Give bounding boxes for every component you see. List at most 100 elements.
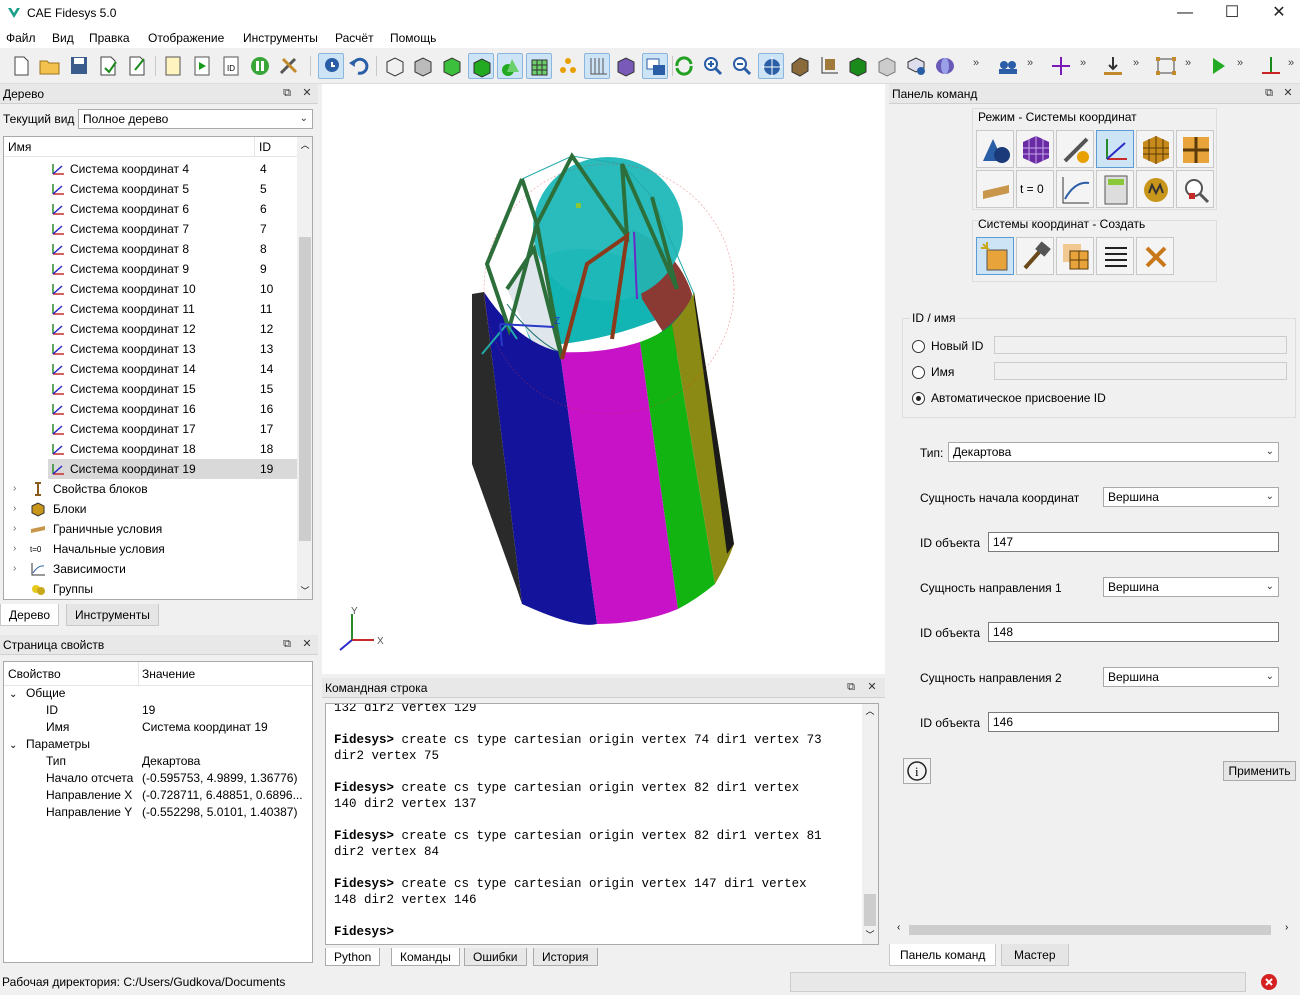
tree-group[interactable]: › Блоки bbox=[4, 499, 299, 519]
coord-systems-icon[interactable] bbox=[1096, 130, 1134, 168]
tab-tools[interactable]: Инструменты bbox=[66, 604, 159, 626]
cylinder-model[interactable] bbox=[322, 84, 885, 674]
geometry-icon[interactable] bbox=[976, 130, 1014, 168]
scroll-thumb[interactable] bbox=[909, 925, 1271, 935]
download-icon[interactable] bbox=[1100, 53, 1126, 79]
auto-id-radio[interactable] bbox=[912, 392, 925, 405]
tools-icon[interactable] bbox=[276, 53, 302, 79]
tab-command-panel[interactable]: Панель команд bbox=[889, 944, 997, 966]
menu-edit[interactable]: Правка bbox=[89, 31, 130, 45]
tree-item[interactable]: Система координат 10 10 bbox=[4, 279, 299, 299]
view-shapes-icon[interactable] bbox=[497, 53, 523, 79]
tree-item[interactable]: Система координат 17 17 bbox=[4, 419, 299, 439]
users-icon[interactable] bbox=[995, 53, 1021, 79]
blocks-icon[interactable] bbox=[1136, 130, 1174, 168]
name-radio[interactable] bbox=[912, 366, 925, 379]
copy-cs-icon[interactable] bbox=[1056, 237, 1094, 275]
initial-icon[interactable]: t = 0 bbox=[1016, 170, 1054, 208]
section-icon[interactable] bbox=[787, 53, 813, 79]
maximize-button[interactable]: ☐ bbox=[1209, 0, 1255, 28]
analysis-icon[interactable] bbox=[1136, 170, 1174, 208]
info-button[interactable]: i bbox=[903, 758, 931, 784]
crosshair-icon[interactable] bbox=[1048, 53, 1074, 79]
zoom-out-icon[interactable] bbox=[729, 53, 755, 79]
tree-item[interactable]: Система координат 5 5 bbox=[4, 179, 299, 199]
new-id-field[interactable] bbox=[994, 336, 1287, 354]
collapse-icon[interactable]: ⌄ bbox=[9, 737, 17, 754]
collapse-icon[interactable]: ⌄ bbox=[9, 686, 17, 703]
menu-file[interactable]: Файл bbox=[6, 31, 36, 45]
view-sphere-icon[interactable] bbox=[932, 53, 958, 79]
scroll-left-icon[interactable]: ‹ bbox=[897, 922, 900, 933]
type-select[interactable]: Декартова ⌄ bbox=[948, 442, 1279, 462]
close-icon[interactable]: ✕ bbox=[865, 680, 879, 694]
new-file-icon[interactable] bbox=[8, 53, 34, 79]
apply-button[interactable]: Применить bbox=[1223, 761, 1296, 781]
3d-viewport[interactable]: Y X Z bbox=[322, 84, 885, 674]
view-smooth-icon[interactable] bbox=[468, 53, 494, 79]
ruler-icon[interactable] bbox=[816, 53, 842, 79]
view-transparent-icon[interactable] bbox=[874, 53, 900, 79]
panel-hscrollbar[interactable]: ‹ › bbox=[895, 922, 1295, 938]
import-icon[interactable] bbox=[124, 53, 150, 79]
script-icon[interactable] bbox=[160, 53, 186, 79]
object-id-input-1[interactable]: 147 bbox=[988, 532, 1279, 552]
tree-item[interactable]: Система координат 13 13 bbox=[4, 339, 299, 359]
expand-icon[interactable]: › bbox=[13, 479, 16, 499]
tree-item[interactable]: Система координат 6 6 bbox=[4, 199, 299, 219]
tab-errors[interactable]: Ошибки bbox=[464, 948, 527, 966]
tree-item[interactable]: Система координат 8 8 bbox=[4, 239, 299, 259]
cmd-scrollbar[interactable]: ︿ ﹀ bbox=[862, 704, 878, 944]
tab-tree[interactable]: Дерево bbox=[0, 604, 60, 626]
scroll-down-icon[interactable]: ﹀ bbox=[297, 583, 312, 599]
tree-group[interactable]: › Свойства блоков bbox=[4, 479, 299, 499]
view-hidden-icon[interactable] bbox=[410, 53, 436, 79]
tree-scrollbar[interactable]: ︿ ﹀ bbox=[297, 137, 312, 599]
float-icon[interactable]: ⧉ bbox=[1262, 86, 1276, 100]
command-output[interactable]: 132 dir2 vertex 129 Fidesys> create cs ty… bbox=[325, 703, 879, 945]
origin-select[interactable]: Вершина ⌄ bbox=[1103, 487, 1279, 507]
undo-icon[interactable] bbox=[346, 53, 372, 79]
scroll-thumb[interactable] bbox=[299, 237, 311, 541]
expand-icon[interactable]: › bbox=[13, 499, 16, 519]
modify-cs-icon[interactable] bbox=[1016, 237, 1054, 275]
run-icon[interactable] bbox=[1205, 53, 1231, 79]
scroll-up-icon[interactable]: ︿ bbox=[297, 137, 312, 153]
menu-help[interactable]: Помощь bbox=[390, 31, 436, 45]
tree-item[interactable]: Система координат 14 14 bbox=[4, 359, 299, 379]
save-icon[interactable] bbox=[66, 53, 92, 79]
select-mode-icon[interactable] bbox=[318, 53, 344, 79]
minimize-button[interactable]: — bbox=[1162, 0, 1208, 28]
dependency-icon[interactable] bbox=[1056, 170, 1094, 208]
view-axes-icon[interactable] bbox=[584, 53, 610, 79]
tab-python[interactable]: Python bbox=[325, 948, 381, 966]
view-mesh-icon[interactable] bbox=[526, 53, 552, 79]
tree-item[interactable]: Система координат 12 12 bbox=[4, 319, 299, 339]
col-name[interactable]: Имя bbox=[8, 140, 31, 154]
object-id-input-3[interactable]: 146 bbox=[988, 712, 1279, 732]
expand-icon[interactable]: › bbox=[13, 539, 16, 559]
tree-group[interactable]: › t=0 Начальные условия bbox=[4, 539, 299, 559]
materials-icon[interactable] bbox=[1056, 130, 1094, 168]
object-id-input-2[interactable]: 148 bbox=[988, 622, 1279, 642]
close-icon[interactable]: ✕ bbox=[300, 86, 314, 100]
scroll-down-icon[interactable]: ﹀ bbox=[862, 928, 878, 944]
current-view-select[interactable]: Полное дерево ⌄ bbox=[78, 109, 313, 129]
view-window-icon[interactable] bbox=[642, 53, 668, 79]
tree-item[interactable]: Система координат 4 4 bbox=[4, 159, 299, 179]
tab-master[interactable]: Мастер bbox=[1001, 944, 1069, 966]
axis-z-icon[interactable] bbox=[1258, 53, 1284, 79]
new-id-radio[interactable] bbox=[912, 340, 925, 353]
open-folder-icon[interactable] bbox=[37, 53, 63, 79]
tree-item[interactable]: Система координат 11 11 bbox=[4, 299, 299, 319]
error-icon[interactable] bbox=[1261, 974, 1277, 990]
view-nodes-icon[interactable] bbox=[555, 53, 581, 79]
view-part-icon[interactable] bbox=[903, 53, 929, 79]
name-field[interactable] bbox=[994, 362, 1287, 380]
float-icon[interactable]: ⧉ bbox=[280, 637, 294, 651]
scroll-thumb[interactable] bbox=[864, 894, 876, 926]
zoom-in-icon[interactable] bbox=[700, 53, 726, 79]
view-shaded-icon[interactable] bbox=[439, 53, 465, 79]
menu-display[interactable]: Отображение bbox=[148, 31, 224, 45]
close-button[interactable]: ✕ bbox=[1256, 0, 1300, 28]
